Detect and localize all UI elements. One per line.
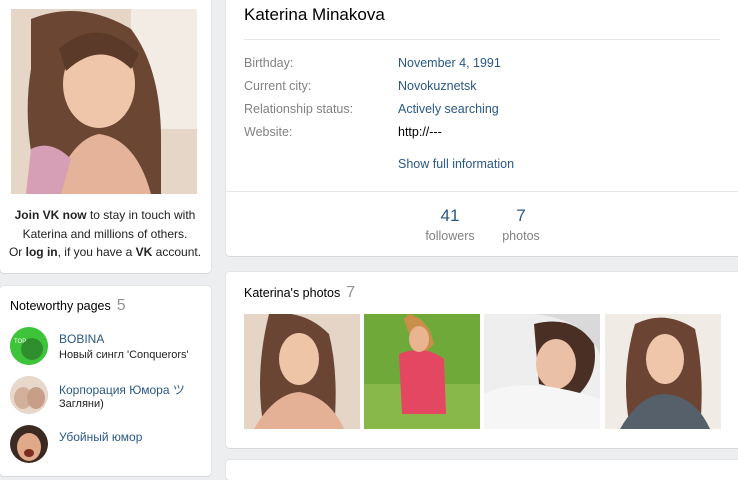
info-value-city[interactable]: Novokuznetsk [398, 79, 477, 93]
page-avatar[interactable] [10, 425, 48, 463]
photos-header[interactable]: Katerina's photos 7 [244, 284, 355, 302]
show-full-info-link[interactable]: Show full information [398, 157, 514, 171]
info-value-relationship[interactable]: Actively searching [398, 102, 499, 116]
name-divider [244, 39, 720, 40]
info-label: Website: [244, 125, 293, 139]
noteworthy-page-item[interactable]: TOP BOBINA Новый сингл 'Conquerors' [10, 327, 206, 365]
counters-divider [226, 191, 738, 192]
photo-thumbnail[interactable] [484, 314, 600, 429]
page-description: Новый сингл 'Conquerors' [59, 349, 189, 361]
info-label: Relationship status: [244, 102, 354, 116]
info-value-birthday[interactable]: November 4, 1991 [398, 56, 501, 70]
page-avatar[interactable] [10, 376, 48, 414]
svg-text:TOP: TOP [14, 339, 26, 345]
page-description: Загляни) [59, 398, 104, 410]
followers-label: followers [425, 229, 475, 243]
info-label: Current city: [244, 79, 312, 93]
noteworthy-pages-header[interactable]: Noteworthy pages 5 [10, 297, 126, 315]
photo-thumbnail[interactable] [244, 314, 360, 429]
photos-counter[interactable]: 7 photos [496, 206, 546, 243]
login-link[interactable]: log in [26, 245, 58, 259]
page-name[interactable]: Корпорация Юмора ツ [59, 381, 185, 398]
profile-avatar[interactable] [11, 9, 197, 194]
info-label: Birthday: [244, 56, 294, 70]
page-name[interactable]: Убойный юмор [59, 430, 142, 444]
join-vk-text: Join VK now to stay in touch with Kateri… [8, 208, 202, 259]
photo-thumbnail[interactable] [364, 314, 480, 429]
followers-counter[interactable]: 41 followers [420, 206, 480, 243]
next-block-card [226, 460, 738, 480]
noteworthy-page-item[interactable]: Убойный юмор [10, 425, 206, 463]
noteworthy-page-item[interactable]: Корпорация Юмора ツ Загляни) [10, 376, 206, 414]
page-name[interactable]: BOBINA [59, 332, 104, 346]
info-value-website[interactable]: http://--- [398, 125, 442, 139]
profile-name: Katerina Minakova [244, 5, 385, 24]
photos-label: photos [502, 229, 540, 243]
followers-count: 41 [440, 206, 460, 225]
photo-thumbnail[interactable] [605, 314, 721, 429]
photos-count: 7 [516, 206, 526, 225]
page-avatar[interactable]: TOP [10, 327, 48, 365]
